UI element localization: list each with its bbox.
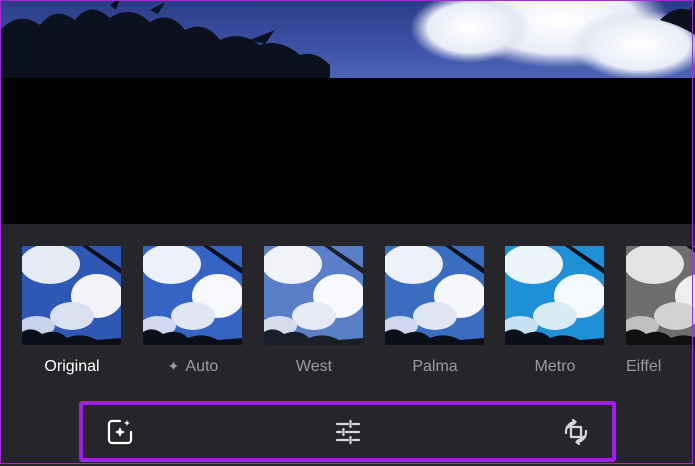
filter-label: West bbox=[295, 358, 333, 375]
crop-rotate-button[interactable] bbox=[561, 417, 591, 447]
photo-preview bbox=[0, 0, 695, 78]
sparkle-icon: ✦ bbox=[167, 358, 180, 374]
auto-enhance-button[interactable] bbox=[105, 417, 135, 447]
edit-toolbar bbox=[79, 401, 616, 462]
filter-label: Palma bbox=[412, 358, 458, 375]
filter-metro[interactable]: Metro bbox=[505, 246, 605, 376]
filter-thumbnail bbox=[264, 246, 363, 345]
filter-label: Eiffel bbox=[626, 358, 662, 375]
filter-thumbnail bbox=[143, 246, 242, 345]
filter-west[interactable]: West bbox=[264, 246, 364, 376]
filter-eiffel[interactable]: Eiffel bbox=[626, 246, 695, 376]
auto-enhance-icon bbox=[107, 419, 133, 445]
filter-thumbnail bbox=[505, 246, 604, 345]
filter-auto[interactable]: ✦ Auto bbox=[143, 246, 243, 376]
filter-label: Auto bbox=[185, 358, 219, 375]
filter-original[interactable]: Original bbox=[22, 246, 122, 376]
crop-rotate-icon bbox=[564, 418, 588, 446]
filter-strip[interactable]: Original ✦ Auto West Palma Metro Eiffel bbox=[0, 224, 695, 394]
filter-label: Original bbox=[44, 358, 100, 375]
filter-thumbnail bbox=[626, 246, 695, 345]
photo-preview-dark-area bbox=[0, 78, 695, 224]
filter-palma[interactable]: Palma bbox=[385, 246, 485, 376]
filter-label: Metro bbox=[534, 358, 576, 375]
filter-thumbnail bbox=[22, 246, 121, 345]
sliders-icon bbox=[335, 419, 361, 445]
filter-thumbnail bbox=[385, 246, 484, 345]
adjust-button[interactable] bbox=[333, 417, 363, 447]
